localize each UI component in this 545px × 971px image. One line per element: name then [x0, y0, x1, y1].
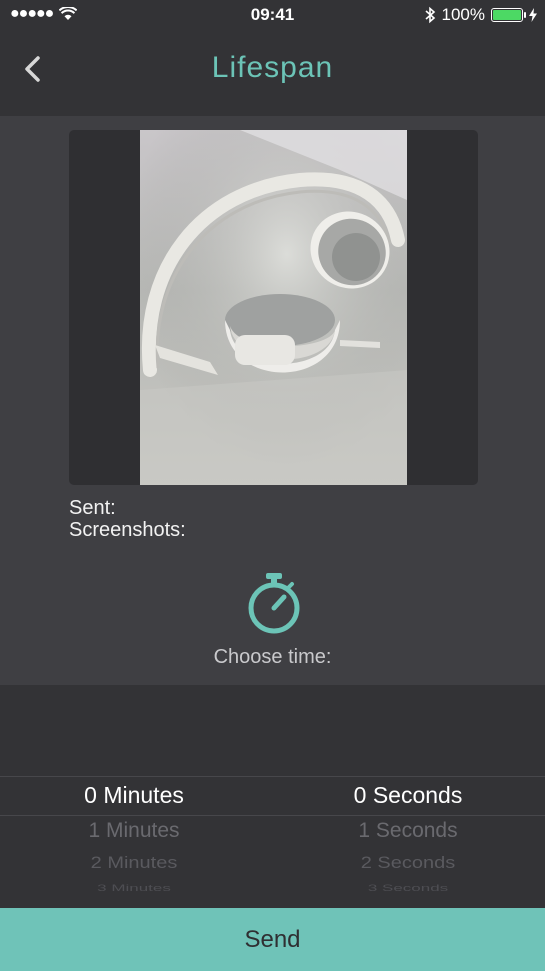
seconds-option[interactable]: 3 Seconds	[272, 883, 544, 894]
stopwatch-icon	[248, 573, 300, 634]
bluetooth-icon	[424, 6, 435, 24]
seconds-wheel[interactable]: 0 Seconds 1 Seconds 2 Seconds 3 Seconds	[272, 685, 544, 908]
send-button[interactable]: Send	[0, 908, 545, 971]
photo-preview	[69, 130, 478, 485]
status-bar: ●●●●● 09:41 100%	[0, 0, 545, 30]
stopwatch-button[interactable]	[245, 572, 303, 634]
battery-percent: 100%	[441, 5, 485, 24]
sent-label: Sent:	[69, 497, 116, 519]
headphones-photo	[140, 130, 407, 485]
charging-bolt-icon	[529, 8, 537, 22]
seconds-option[interactable]: 2 Seconds	[272, 854, 544, 874]
choose-time-label: Choose time:	[213, 646, 332, 668]
minutes-wheel[interactable]: 0 Minutes 1 Minutes 2 Minutes 3 Minutes	[0, 685, 272, 908]
seconds-option-selected[interactable]: 0 Seconds	[272, 782, 544, 809]
battery-fill	[493, 10, 521, 20]
minutes-option-selected[interactable]: 0 Minutes	[0, 782, 270, 809]
page-title: Lifespan	[211, 51, 334, 84]
battery-icon	[491, 8, 526, 22]
seconds-option[interactable]: 1 Seconds	[272, 819, 544, 843]
photo-info: Sent: Screenshots:	[69, 497, 186, 541]
status-right: 100%	[424, 5, 537, 25]
minutes-option[interactable]: 3 Minutes	[0, 883, 270, 894]
screenshots-label: Screenshots:	[69, 519, 186, 541]
time-picker: 0 Minutes 1 Minutes 2 Minutes 3 Minutes …	[0, 685, 545, 908]
main-content: Sent: Screenshots: Choose time:	[0, 116, 545, 685]
minutes-option[interactable]: 1 Minutes	[0, 819, 270, 843]
minutes-option[interactable]: 2 Minutes	[0, 854, 270, 874]
navigation-bar: Lifespan	[0, 30, 545, 116]
